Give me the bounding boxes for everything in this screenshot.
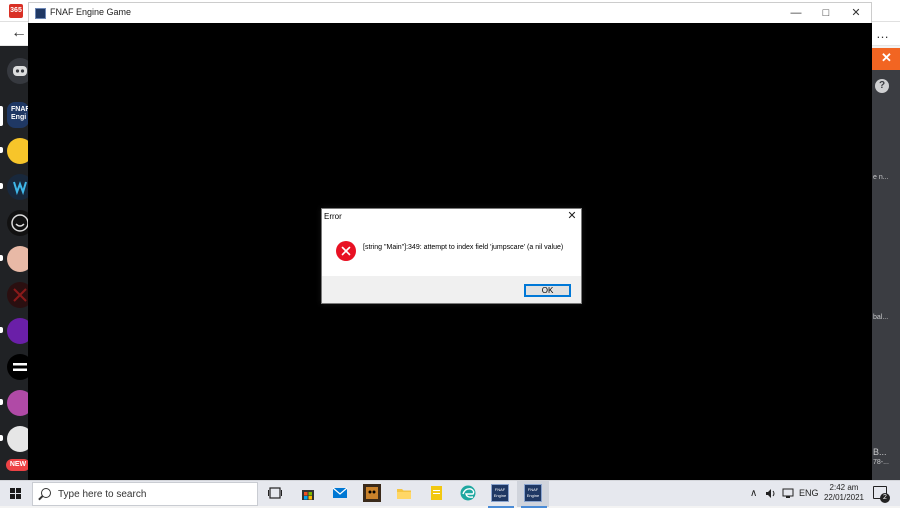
clock[interactable]: 2:42 am 22/01/2021 xyxy=(822,483,866,503)
fnaf-game-taskbar-icon[interactable]: FNAF Engine xyxy=(521,484,547,508)
office-favicon-icon[interactable]: 365 xyxy=(9,4,23,18)
clock-time: 2:42 am xyxy=(829,483,859,492)
search-icon xyxy=(41,488,51,498)
more-options-icon[interactable]: … xyxy=(876,26,890,41)
search-box[interactable]: Type here to search xyxy=(32,482,258,506)
discord-server-rail: FNAF Engi xyxy=(0,46,28,480)
edge-browser-icon[interactable] xyxy=(459,484,477,502)
unread-pill xyxy=(0,327,3,333)
help-icon[interactable]: ? xyxy=(875,79,889,93)
clock-date: 22/01/2021 xyxy=(823,493,865,502)
server-portrait-icon[interactable] xyxy=(7,246,28,272)
server-face-icon[interactable] xyxy=(7,426,28,452)
error-icon xyxy=(336,241,356,261)
server-purple-icon[interactable] xyxy=(7,318,28,344)
error-dialog: Error ✕ [string "Main"]:349: attempt to … xyxy=(321,208,582,304)
store-icon[interactable] xyxy=(299,484,317,502)
language-indicator[interactable]: ENG xyxy=(799,488,819,498)
unread-pill xyxy=(0,435,3,441)
unread-pill xyxy=(0,399,3,405)
notes-icon[interactable] xyxy=(427,484,445,502)
maximize-button[interactable]: □ xyxy=(811,4,841,22)
network-icon[interactable] xyxy=(782,488,794,501)
fnaf-engine-taskbar-icon[interactable]: FNAF Engine xyxy=(488,484,514,508)
server-fnaf-engine[interactable]: FNAF Engi xyxy=(7,102,28,128)
desktop: 365 ← … ✕ ? e n... bal... B... 78-... FN… xyxy=(0,0,900,508)
background-snippet: e n... xyxy=(873,174,889,181)
windows-start-icon[interactable] xyxy=(10,488,22,500)
background-right-panel xyxy=(872,70,900,480)
minimize-button[interactable]: — xyxy=(781,4,811,22)
dialog-footer: OK xyxy=(322,276,581,303)
unread-pill xyxy=(0,183,3,189)
tray-chevron-icon[interactable]: ∧ xyxy=(750,488,757,499)
game-icon[interactable] xyxy=(363,484,381,502)
close-icon: ✕ xyxy=(881,50,892,65)
server-pink-icon[interactable] xyxy=(7,390,28,416)
back-arrow-icon[interactable]: ← xyxy=(11,25,27,41)
new-badge: NEW xyxy=(6,459,30,471)
background-snippet: bal... xyxy=(873,314,889,321)
unread-pill xyxy=(0,147,3,153)
dialog-title: Error xyxy=(324,212,342,221)
server-menu-icon[interactable] xyxy=(7,354,28,380)
discord-home-icon[interactable] xyxy=(7,58,28,84)
file-explorer-icon[interactable] xyxy=(395,484,413,502)
notification-count-badge: 2 xyxy=(880,493,890,503)
volume-icon[interactable] xyxy=(765,488,777,501)
dialog-close-button[interactable]: ✕ xyxy=(563,209,581,224)
mail-icon[interactable] xyxy=(331,484,349,502)
server-emoji-icon[interactable] xyxy=(7,138,28,164)
window-title: FNAF Engine Game xyxy=(50,7,132,17)
background-snippet: B... xyxy=(873,447,887,457)
background-orange-button[interactable]: ✕ xyxy=(872,48,900,70)
server-smile-icon[interactable] xyxy=(7,210,28,236)
close-window-button[interactable]: ✕ xyxy=(841,4,871,22)
game-window-titlebar[interactable]: FNAF Engine Game — □ ✕ xyxy=(28,2,872,23)
server-wave-icon[interactable] xyxy=(7,174,28,200)
error-message: [string "Main"]:349: attempt to index fi… xyxy=(363,244,564,251)
task-view-icon[interactable] xyxy=(266,484,284,502)
selected-server-pill xyxy=(0,106,3,126)
server-dark-icon[interactable] xyxy=(7,282,28,308)
fnaf-app-icon xyxy=(35,8,46,19)
unread-pill xyxy=(0,255,3,261)
search-placeholder: Type here to search xyxy=(58,489,147,500)
ok-button[interactable]: OK xyxy=(524,284,571,297)
background-snippet: 78-... xyxy=(873,459,889,466)
taskbar: Type here to search FNAF Engine FNAF Eng… xyxy=(0,480,900,508)
